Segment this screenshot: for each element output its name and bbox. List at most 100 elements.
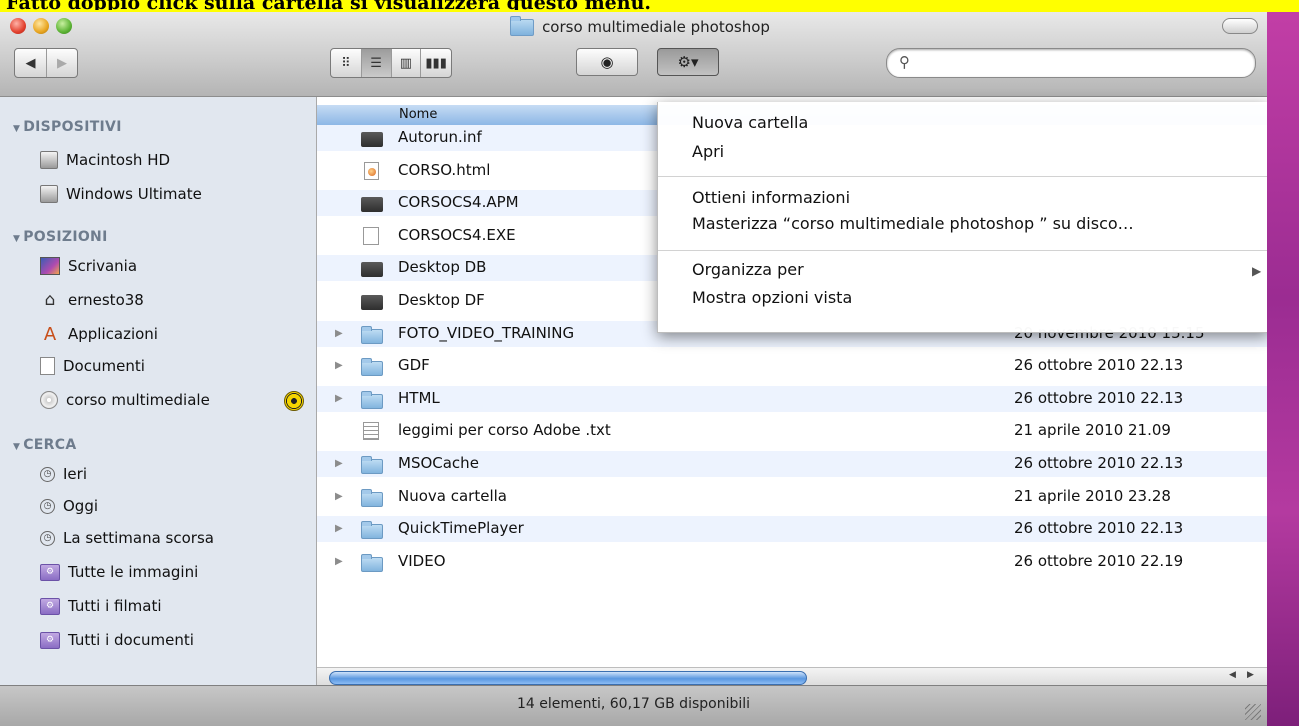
scroll-left-icon[interactable]: ◀	[1229, 670, 1236, 680]
search-icon: ⚲	[899, 53, 910, 71]
column-header-name-label: Nome	[399, 107, 438, 122]
hard-disk-icon	[40, 185, 58, 203]
gear-icon: ⚙▾	[677, 53, 699, 71]
document-icon	[40, 357, 55, 375]
table-row[interactable]: ▶ GDF 26 ottobre 2010 22.13	[317, 353, 1267, 379]
table-row[interactable]: ▶ HTML 26 ottobre 2010 22.13	[317, 385, 1267, 412]
file-name: GDF	[398, 356, 430, 375]
clock-icon: ◷	[40, 498, 55, 514]
forward-button[interactable]: ▶	[47, 49, 77, 77]
file-name: CORSOCS4.EXE	[398, 225, 516, 244]
folder-icon	[361, 488, 383, 507]
table-row[interactable]: ▶ QuickTimePlayer 26 ottobre 2010 22.13	[317, 516, 1267, 543]
file-name: CORSO.html	[398, 160, 491, 179]
table-row[interactable]: ▶ MSOCache 26 ottobre 2010 22.13	[317, 451, 1267, 477]
sidebar-item-documenti[interactable]: Documenti	[40, 353, 145, 379]
sidebar-item-la-settimana-scorsa[interactable]: ◷ La settimana scorsa	[40, 525, 214, 551]
sidebar-section-posizioni[interactable]: ▼ POSIZIONI	[13, 229, 108, 245]
folder-icon	[361, 390, 383, 409]
cd-icon	[40, 391, 58, 409]
menu-separator	[658, 176, 1267, 177]
finder-window: corso multimediale photoshop ◀ ▶ ⠿ ☰ ▥ ▮…	[0, 12, 1267, 726]
view-switcher: ⠿ ☰ ▥ ▮▮▮	[330, 48, 452, 78]
menu-item-nuova-cartella[interactable]: Nuova cartella	[692, 113, 808, 132]
column-view-button[interactable]: ▥	[392, 49, 422, 77]
navigation-buttons: ◀ ▶	[14, 48, 78, 78]
window-title: corso multimediale photoshop	[542, 18, 770, 36]
html-file-icon	[364, 161, 379, 180]
sidebar-item-corso-multimediale[interactable]: corso multimediale	[40, 387, 210, 413]
clock-icon: ◷	[40, 466, 55, 482]
back-button[interactable]: ◀	[15, 49, 47, 77]
sidebar-item-ieri[interactable]: ◷ Ieri	[40, 461, 87, 487]
folder-icon	[510, 15, 535, 36]
sidebar-item-scrivania[interactable]: Scrivania	[40, 253, 137, 279]
menu-item-mostra-opzioni-vista[interactable]: Mostra opzioni vista	[692, 288, 852, 307]
table-row[interactable]: ▶ VIDEO 26 ottobre 2010 22.19	[317, 549, 1267, 575]
file-date-modified: 26 ottobre 2010 22.13	[1014, 388, 1184, 407]
sidebar-item-ernesto38[interactable]: ⌂ ernesto38	[40, 287, 144, 313]
file-date-modified: 26 ottobre 2010 22.19	[1014, 551, 1184, 570]
menu-separator	[658, 250, 1267, 251]
menu-item-masterizza[interactable]: Masterizza “corso multimediale photoshop…	[692, 214, 1134, 233]
table-row[interactable]: ▶ Nuova cartella 21 aprile 2010 23.28	[317, 484, 1267, 510]
desktop-icon	[40, 257, 60, 275]
disclosure-triangle-icon[interactable]: ▶	[335, 523, 343, 534]
sidebar-item-windows-ultimate[interactable]: Windows Ultimate	[40, 181, 202, 207]
sidebar-item-tutte-le-immagini[interactable]: ⚙ Tutte le immagini	[40, 559, 198, 585]
hard-disk-icon	[40, 151, 58, 169]
file-icon	[361, 262, 383, 278]
clock-icon: ◷	[40, 530, 55, 546]
resize-grip-icon[interactable]	[1245, 704, 1261, 720]
quick-look-button[interactable]: ◉	[576, 48, 638, 76]
file-name: leggimi per corso Adobe .txt	[398, 421, 611, 440]
sidebar-item-applicazioni[interactable]: A Applicazioni	[40, 321, 158, 347]
smart-folder-icon: ⚙	[40, 563, 60, 581]
window-title-bar: corso multimediale photoshop	[440, 15, 840, 38]
sidebar-section-dispositivi[interactable]: ▼ DISPOSITIVI	[13, 119, 122, 135]
coverflow-view-button[interactable]: ▮▮▮	[421, 49, 451, 77]
folder-icon	[361, 553, 383, 572]
file-name: VIDEO	[398, 551, 446, 570]
disclosure-triangle-icon[interactable]: ▶	[335, 458, 343, 469]
eject-icon[interactable]	[284, 391, 304, 411]
menu-item-organizza-per[interactable]: Organizza per	[692, 260, 804, 279]
sidebar-item-oggi[interactable]: ◷ Oggi	[40, 493, 98, 519]
search-field[interactable]: ⚲	[886, 48, 1256, 78]
file-name: Desktop DF	[398, 291, 485, 309]
search-input[interactable]	[919, 53, 1243, 73]
status-bar: 14 elementi, 60,17 GB disponibili	[0, 685, 1267, 726]
icon-view-button[interactable]: ⠿	[331, 49, 362, 77]
minimize-button[interactable]	[33, 18, 49, 34]
file-date-modified: 26 ottobre 2010 22.13	[1014, 519, 1184, 538]
eye-icon: ◉	[600, 53, 614, 71]
toolbar: corso multimediale photoshop ◀ ▶ ⠿ ☰ ▥ ▮…	[0, 12, 1267, 97]
action-menu-button[interactable]: ⚙▾	[657, 48, 719, 76]
menu-item-ottieni-informazioni[interactable]: Ottieni informazioni	[692, 188, 850, 207]
horizontal-scrollbar[interactable]: ◀ ▶	[317, 667, 1267, 686]
sidebar-item-tutti-i-documenti[interactable]: ⚙ Tutti i documenti	[40, 627, 194, 653]
disclosure-triangle-icon[interactable]: ▶	[335, 556, 343, 567]
table-row[interactable]: leggimi per corso Adobe .txt 21 aprile 20…	[317, 418, 1267, 444]
file-date-modified: 26 ottobre 2010 22.13	[1014, 454, 1184, 472]
folder-icon	[361, 358, 383, 377]
file-icon	[361, 295, 383, 310]
zoom-button[interactable]	[56, 18, 72, 34]
disclosure-triangle-icon[interactable]: ▶	[335, 491, 343, 502]
instruction-caption: Fatto doppio click sulla cartella si vis…	[6, 0, 766, 10]
disclosure-triangle-icon[interactable]: ▶	[335, 393, 343, 404]
action-dropdown-menu: Nuova cartella Apri Ottieni informazioni…	[657, 102, 1267, 333]
scroll-right-icon[interactable]: ▶	[1247, 670, 1254, 680]
toolbar-toggle-button[interactable]	[1222, 18, 1258, 34]
sidebar-item-macintosh-hd[interactable]: Macintosh HD	[40, 147, 170, 173]
sidebar-section-cerca[interactable]: ▼ CERCA	[13, 437, 76, 453]
list-view-button[interactable]: ☰	[361, 49, 392, 77]
scrollbar-thumb[interactable]	[329, 671, 807, 685]
menu-item-apri[interactable]: Apri	[692, 142, 724, 161]
back-arrow-icon: ◀	[25, 55, 36, 71]
sidebar-item-tutti-i-filmati[interactable]: ⚙ Tutti i filmati	[40, 593, 162, 619]
close-button[interactable]	[10, 18, 26, 34]
disclosure-triangle-icon[interactable]: ▶	[335, 360, 343, 371]
disclosure-triangle-icon[interactable]: ▶	[335, 328, 343, 339]
file-name: HTML	[398, 388, 440, 407]
